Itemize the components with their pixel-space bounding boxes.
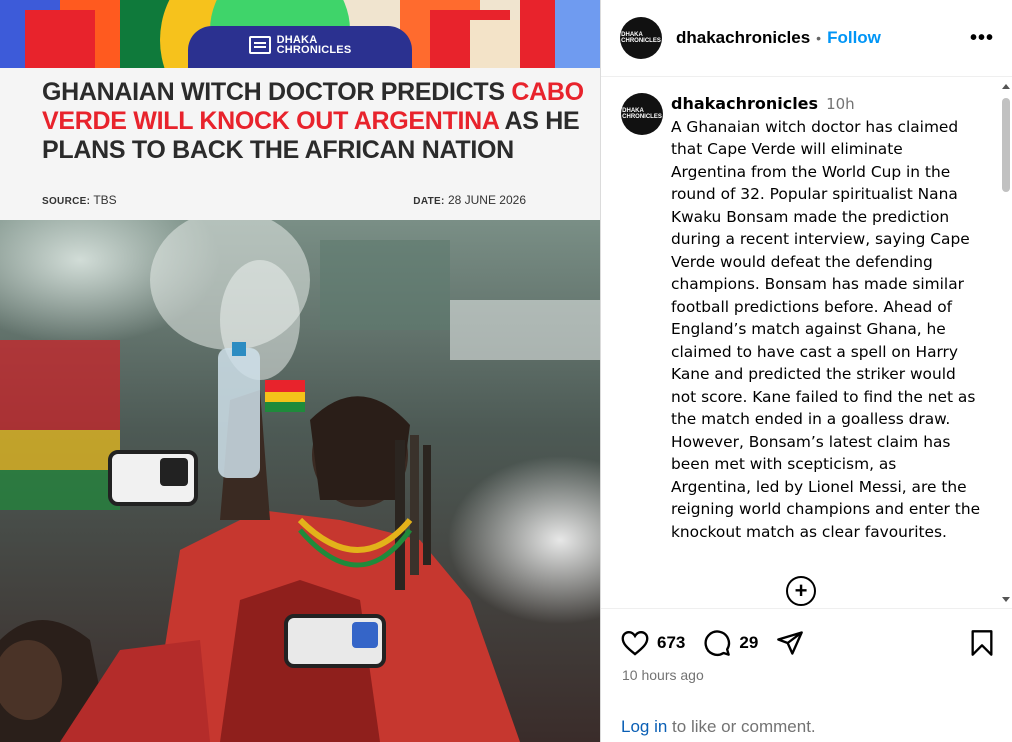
avatar[interactable]: DHAKA CHRONICLES	[620, 17, 662, 59]
source: SOURCE: TBS	[42, 193, 117, 207]
date: DATE: 28 JUNE 2026	[413, 193, 526, 207]
date-label: DATE:	[413, 196, 445, 207]
meta-row: SOURCE: TBS DATE: 28 JUNE 2026	[42, 193, 526, 207]
caption-avatar[interactable]: DHAKA CHRONICLES	[621, 93, 663, 135]
caption-time: 10h	[826, 95, 855, 113]
bookmark-icon[interactable]	[968, 629, 996, 657]
caption-text: A Ghanaian witch doctor has claimed that…	[671, 117, 981, 541]
headline-part-1: GHANAIAN WITCH DOCTOR PREDICTS	[42, 78, 512, 106]
caption-username[interactable]: dhakachronicles	[671, 94, 818, 113]
post-time-ago: 10 hours ago	[622, 667, 704, 683]
date-value: 28 JUNE 2026	[447, 193, 526, 207]
login-prompt: Log in to like or comment.	[621, 717, 816, 737]
header-username[interactable]: dhakachronicles	[676, 28, 810, 48]
comment-icon[interactable]	[703, 629, 731, 657]
separator-dot: •	[816, 30, 822, 46]
comments-area[interactable]: DHAKA CHRONICLES dhakachronicles 10h A Gh…	[601, 77, 1012, 608]
follow-button[interactable]: Follow	[827, 28, 881, 48]
comment-count: 29	[739, 633, 759, 652]
source-label: SOURCE:	[42, 196, 91, 207]
scroll-thumb[interactable]	[1002, 98, 1010, 192]
headline-card: GHANAIAN WITCH DOCTOR PREDICTS CABO VERD…	[0, 68, 600, 220]
photo	[0, 220, 600, 742]
post-sidebar: DHAKA CHRONICLES dhakachronicles • Follo…	[600, 0, 1012, 742]
caption: DHAKA CHRONICLES dhakachronicles 10h A Gh…	[621, 93, 992, 543]
source-value: TBS	[93, 193, 117, 207]
scroll-down-arrow-icon[interactable]	[1002, 597, 1010, 602]
more-icon[interactable]: •••	[970, 28, 994, 48]
caption-avatar-line-2: CHRONICLES	[622, 114, 662, 120]
heart-icon[interactable]	[621, 629, 649, 657]
headline: GHANAIAN WITCH DOCTOR PREDICTS CABO VERD…	[42, 78, 600, 165]
brand-line-2: CHRONICLES	[276, 44, 352, 56]
share-icon[interactable]	[776, 629, 804, 657]
brand-logo: DHAKA CHRONICLES	[188, 26, 412, 68]
avatar-text-line-2: CHRONICLES	[621, 38, 661, 44]
scroll-up-arrow-icon[interactable]	[1002, 84, 1010, 89]
scrollbar[interactable]	[1001, 82, 1011, 604]
like-count: 673	[657, 633, 686, 652]
login-suffix: to like or comment.	[667, 717, 816, 736]
login-link[interactable]: Log in	[621, 717, 667, 736]
post-header: DHAKA CHRONICLES dhakachronicles • Follo…	[601, 0, 1012, 77]
banner-artwork: DHAKA CHRONICLES	[0, 0, 600, 68]
plus-circle-icon[interactable]: +	[786, 576, 816, 606]
post-image[interactable]: DHAKA CHRONICLES GHANAIAN WITCH DOCTOR P…	[0, 0, 600, 742]
action-row: 673 29	[621, 629, 998, 657]
actions-bar: 673 29 10 hours ago Log in to like or co…	[601, 608, 1012, 742]
newspaper-icon	[248, 36, 271, 54]
